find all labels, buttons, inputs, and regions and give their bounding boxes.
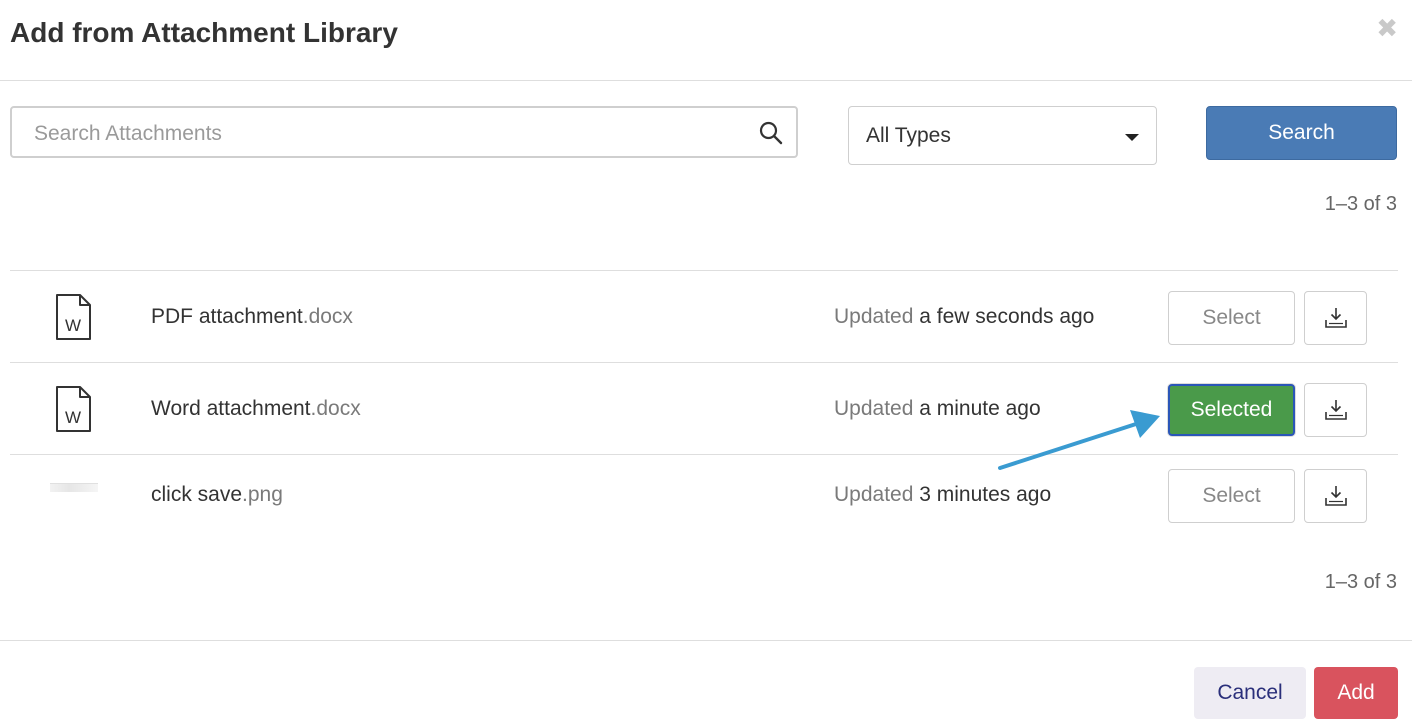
search-icon[interactable] — [758, 120, 784, 146]
svg-text:W: W — [65, 408, 81, 427]
dialog-header: Add from Attachment Library ✖ — [0, 0, 1412, 81]
image-thumbnail — [50, 483, 98, 492]
dialog-title: Add from Attachment Library — [10, 17, 398, 48]
attachment-row: W PDF attachment.docx Updated a few seco… — [10, 271, 1398, 363]
download-icon — [1325, 308, 1347, 328]
search-field[interactable] — [10, 106, 798, 158]
select-button[interactable]: Select — [1168, 469, 1295, 523]
download-button[interactable] — [1304, 291, 1367, 345]
search-button[interactable]: Search — [1206, 106, 1397, 160]
caret-down-icon — [1125, 134, 1139, 141]
attachment-library-dialog: Add from Attachment Library ✖ All Types … — [0, 0, 1412, 728]
download-button[interactable] — [1304, 469, 1367, 523]
download-button[interactable] — [1304, 383, 1367, 437]
add-button[interactable]: Add — [1314, 667, 1398, 719]
attachment-updated: Updated a few seconds ago — [834, 305, 1095, 328]
attachment-name: PDF attachment.docx — [151, 305, 353, 328]
cancel-button[interactable]: Cancel — [1194, 667, 1306, 719]
selected-button[interactable]: Selected — [1168, 384, 1295, 436]
attachment-name: Word attachment.docx — [151, 397, 361, 420]
search-input[interactable] — [32, 119, 736, 149]
attachment-row: click save.png Updated 3 minutes ago Sel… — [10, 455, 1398, 535]
attachment-updated: Updated a minute ago — [834, 397, 1041, 420]
download-icon — [1325, 486, 1347, 506]
dialog-footer: Cancel Add — [0, 640, 1412, 728]
pagination-bottom: 1–3 of 3 — [1324, 571, 1397, 593]
attachment-row: W Word attachment.docx Updated a minute … — [10, 363, 1398, 455]
download-icon — [1325, 400, 1347, 420]
attachment-list: W PDF attachment.docx Updated a few seco… — [10, 270, 1398, 535]
type-filter-value: All Types — [866, 124, 951, 147]
attachment-updated: Updated 3 minutes ago — [834, 483, 1052, 506]
word-file-icon: W — [56, 294, 91, 340]
type-filter-select[interactable]: All Types — [848, 106, 1157, 165]
pagination-top: 1–3 of 3 — [1324, 193, 1397, 215]
attachment-name: click save.png — [151, 483, 283, 506]
select-button[interactable]: Select — [1168, 291, 1295, 345]
svg-text:W: W — [65, 316, 81, 335]
close-icon[interactable]: ✖ — [1376, 15, 1398, 41]
word-file-icon: W — [56, 386, 91, 432]
